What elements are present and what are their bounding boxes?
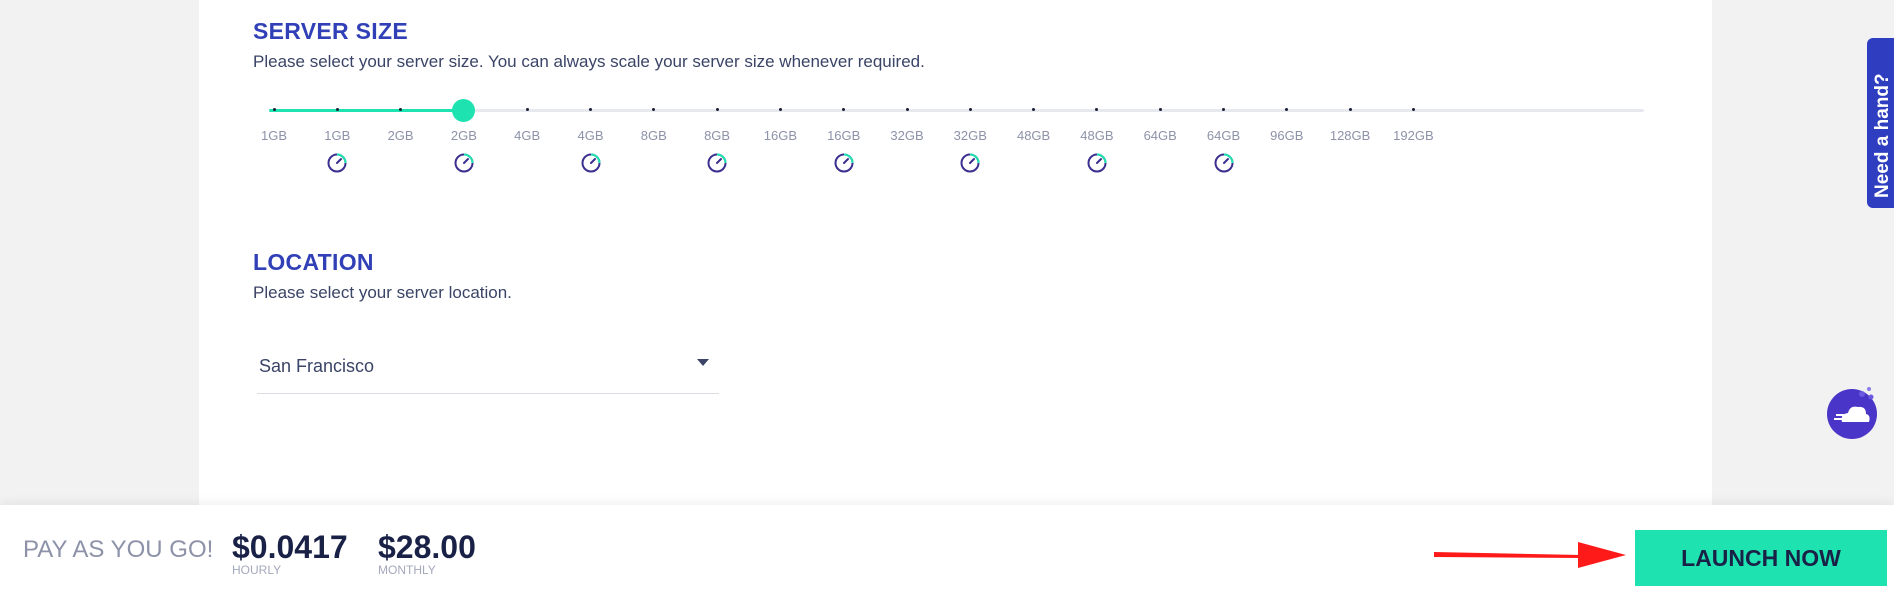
slider-tick-label: 32GB [953,128,987,143]
monthly-price: $28.00 [378,529,476,565]
slider-tick-label: 48GB [1080,128,1114,143]
hourly-label: HOURLY [232,563,282,577]
speedometer-icon [960,153,980,173]
slider-tick[interactable] [272,108,276,111]
launch-now-button[interactable]: LAUNCH NOW [1635,530,1887,586]
speedometer-icon [1087,153,1107,173]
slider-tick-label: 32GB [890,128,924,143]
plan-card: SERVER SIZE Please select your server si… [199,0,1712,510]
slider-tick-label: 8GB [640,128,667,143]
slider-track[interactable] [269,109,1644,112]
cloud-chat-icon [1827,387,1877,439]
speedometer-icon [1214,153,1233,173]
slider-tick[interactable] [589,108,592,111]
server-size-title: SERVER SIZE [253,18,408,44]
hourly-price: $0.0417 [232,529,348,565]
slider-tick[interactable] [1411,108,1415,111]
slider-tick[interactable] [335,108,339,111]
pay-as-you-go-label: PAY AS YOU GO! [23,536,214,563]
slider-tick[interactable] [715,108,719,111]
need-a-hand-tab[interactable]: Need a hand? [1867,38,1894,208]
annotation-arrow-icon [1434,542,1626,568]
slider-tick-label: 48GB [1016,128,1051,143]
monthly-label: MONTHLY [378,563,436,577]
slider-tick[interactable] [525,108,529,111]
slider-tick-label: 192GB [1393,128,1434,143]
slider-tick-label: 128GB [1329,128,1371,143]
slider-tick-label: 4GB [577,128,604,143]
location-description: Please select your server location. [253,283,512,302]
slider-tick[interactable] [1222,108,1225,111]
caret-down-icon [697,359,709,366]
location-select-value: San Francisco [259,356,375,376]
chat-launcher-button[interactable] [1826,384,1884,442]
slider-tick-label: 2GB [387,128,414,143]
speedometer-icon [454,153,474,173]
slider-tick-label: 64GB [1143,128,1177,143]
location-select[interactable]: San Francisco [257,340,719,394]
slider-tick-label: 2GB [450,128,477,143]
slider-tick[interactable] [1348,108,1352,111]
slider-tick[interactable] [968,108,972,111]
slider-tick-label: 8GB [704,128,731,143]
slider-tick-label: 16GB [827,128,861,143]
server-size-slider[interactable]: 1GB 1GB 2GB 2GB 4GB 4GB 8GB 8GB 16GB 16GB 32GB 32GB… [249,95,1649,185]
slider-tick[interactable] [778,108,782,111]
slider-tick-label: 64GB [1206,128,1241,143]
slider-tick[interactable] [1158,108,1162,111]
need-a-hand-label: Need a hand? [1872,73,1893,198]
location-title: LOCATION [253,249,374,275]
speedometer-icon [834,153,854,173]
speedometer-icon [707,153,727,173]
slider-tick-label: 16GB [763,128,798,143]
server-size-description: Please select your server size. You can … [253,52,925,71]
speedometer-icon [581,153,600,173]
slider-tick[interactable] [905,108,909,111]
slider-track-fill [269,109,464,112]
slider-tick-label: 96GB [1270,128,1304,143]
slider-tick-label: 1GB [324,128,351,143]
slider-thumb[interactable] [452,99,476,122]
speedometer-icon [327,153,347,173]
slider-tick-label: 1GB [260,128,287,143]
slider-tick-label: 4GB [514,128,541,143]
